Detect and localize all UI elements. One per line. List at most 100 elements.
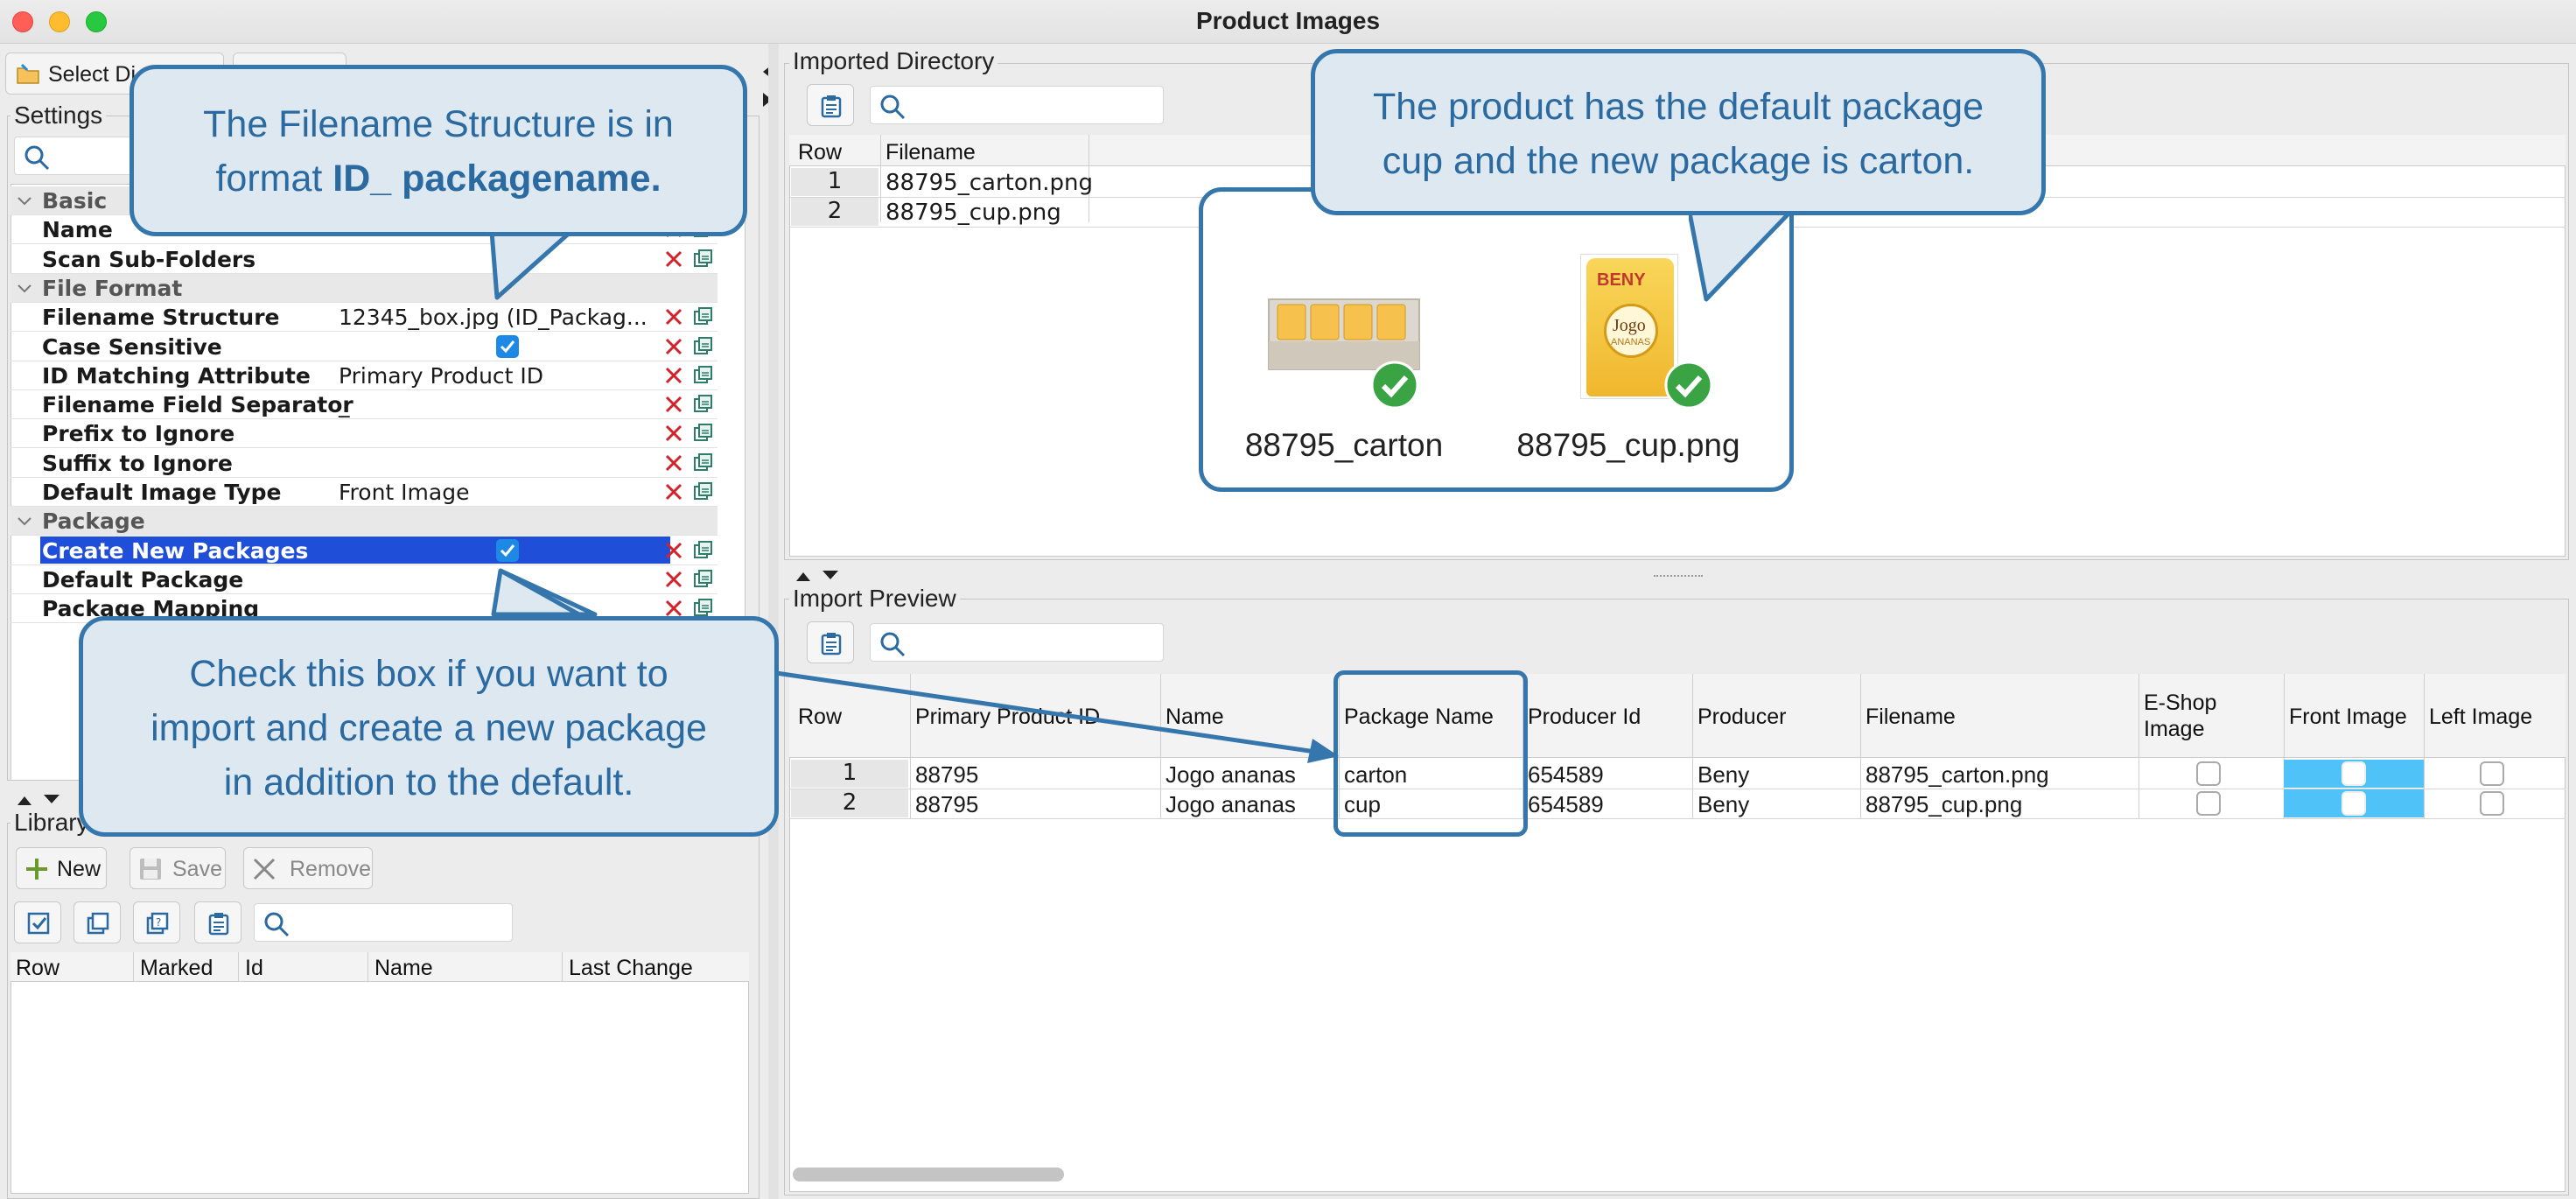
preview-producer-cell[interactable]: Beny — [1698, 791, 1749, 818]
settings-checkbox[interactable] — [496, 334, 519, 358]
clear-x-icon[interactable] — [663, 423, 684, 444]
chevron-down-icon[interactable] — [16, 280, 33, 298]
settings-row-value[interactable]: 12345_box.jpg (ID_Packag... — [339, 305, 648, 330]
folder-icon — [17, 63, 39, 84]
settings-row-label: Suffix to Ignore — [42, 450, 233, 476]
cup-sub: ANANAS — [1611, 337, 1651, 347]
settings-title: Settings — [10, 102, 107, 130]
callout-line: format ID_ packagename. — [134, 151, 743, 206]
cup-brand: BENY — [1597, 270, 1646, 290]
column-divider — [880, 135, 881, 222]
settings-row[interactable]: Suffix to Ignore — [10, 449, 718, 478]
check-badge-icon — [1370, 361, 1419, 410]
left-image-checkbox[interactable] — [2480, 761, 2504, 786]
settings-row-label: Prefix to Ignore — [42, 421, 235, 447]
preview-producer_id-cell[interactable]: 654589 — [1528, 791, 1604, 818]
library-save-button[interactable]: Save — [130, 847, 226, 889]
preview-column-header[interactable]: Front Image — [2289, 705, 2407, 730]
chevron-down-icon[interactable] — [16, 513, 33, 530]
settings-row-value[interactable]: Primary Product ID — [339, 363, 543, 389]
imported-search-input[interactable] — [870, 86, 1164, 124]
library-clipboard-button[interactable] — [194, 901, 242, 943]
settings-row-value[interactable]: Front Image — [339, 480, 469, 505]
settings-row-label: Default Package — [42, 566, 244, 592]
imported-clipboard-button[interactable] — [807, 84, 854, 126]
eshop-image-checkbox[interactable] — [2196, 761, 2221, 786]
edit-value-icon[interactable] — [693, 394, 714, 415]
edit-value-icon[interactable] — [693, 306, 714, 327]
chevron-down-icon[interactable] — [16, 193, 33, 210]
library-table — [10, 952, 749, 1194]
row-number: 2 — [791, 789, 908, 817]
imported-column-header[interactable]: Filename — [886, 140, 976, 165]
plus-icon — [26, 859, 47, 880]
edit-value-icon[interactable] — [693, 249, 714, 270]
clear-x-icon[interactable] — [663, 249, 684, 270]
settings-row[interactable]: Case Sensitive — [10, 333, 718, 361]
edit-value-icon[interactable] — [693, 423, 714, 444]
library-column-header[interactable]: Last Change — [569, 956, 693, 981]
eshop-image-checkbox[interactable] — [2196, 791, 2221, 816]
left-image-checkbox[interactable] — [2480, 791, 2504, 816]
callout-line: Check this box if you want to — [189, 653, 668, 695]
edit-value-icon[interactable] — [693, 452, 714, 473]
unmark-all-button[interactable] — [74, 901, 121, 943]
preview-column-header[interactable]: Left Image — [2429, 705, 2532, 730]
mark-all-button[interactable] — [14, 901, 61, 943]
library-column-header[interactable]: Row — [16, 956, 60, 981]
library-column-header[interactable]: Marked — [140, 956, 213, 981]
clear-x-icon[interactable] — [663, 481, 684, 502]
split-arrows-icon[interactable] — [16, 789, 61, 809]
invert-marks-button[interactable]: ? — [133, 901, 180, 943]
splitter-grip[interactable] — [1654, 575, 1703, 578]
settings-row-label: ID Matching Attribute — [42, 362, 311, 389]
check-list-icon — [27, 912, 50, 935]
front-image-checkbox[interactable] — [2342, 761, 2366, 786]
thumbnail-label: 88795_carton — [1244, 427, 1444, 463]
settings-row[interactable]: ID Matching Attribute Primary Product ID — [10, 361, 718, 390]
preview-column-header[interactable]: Producer Id — [1528, 705, 1641, 730]
preview-column-header[interactable]: Filename — [1866, 705, 1956, 730]
filename-cell[interactable]: 88795_cup.png — [886, 200, 1061, 226]
preview-ppid-cell[interactable]: 88795 — [915, 791, 978, 818]
preview-filename-cell[interactable]: 88795_cup.png — [1866, 791, 2022, 818]
settings-row-value[interactable]: _ — [339, 392, 350, 417]
imported-column-header[interactable]: Row — [798, 140, 842, 165]
settings-category: Package — [10, 507, 718, 536]
callout-tail — [1689, 208, 1796, 302]
library-new-button[interactable]: New — [16, 847, 107, 889]
preview-column-header[interactable]: Producer — [1698, 705, 1786, 730]
clear-x-icon[interactable] — [663, 394, 684, 415]
edit-value-icon[interactable] — [693, 481, 714, 502]
cup-product: Jogo — [1613, 316, 1646, 335]
library-search-input[interactable] — [254, 903, 513, 942]
settings-row[interactable]: Default Image Type Front Image — [10, 478, 718, 507]
package-name-highlight — [1334, 670, 1528, 837]
clear-x-icon[interactable] — [663, 452, 684, 473]
preview-name-cell[interactable]: Jogo ananas — [1166, 791, 1296, 818]
row-number: 2 — [791, 198, 878, 226]
settings-row[interactable]: Prefix to Ignore — [10, 419, 718, 449]
column-divider — [238, 952, 239, 982]
clear-x-icon[interactable] — [663, 336, 684, 357]
preview-filename-cell[interactable]: 88795_carton.png — [1866, 761, 2049, 789]
select-directory-label: Select Di — [48, 62, 136, 87]
preview-producer_id-cell[interactable]: 654589 — [1528, 761, 1604, 789]
filename-cell[interactable]: 88795_carton.png — [886, 170, 1093, 196]
edit-value-icon[interactable] — [693, 365, 714, 386]
library-column-header[interactable]: Name — [374, 956, 433, 981]
library-remove-button[interactable]: Remove — [243, 847, 373, 889]
settings-row[interactable]: Filename Field Separator _ — [10, 390, 718, 420]
preview-horizontal-scrollbar[interactable] — [793, 1167, 1064, 1181]
preview-column-header[interactable]: E-Shop Image — [2144, 690, 2249, 742]
edit-value-icon[interactable] — [693, 336, 714, 357]
clear-x-icon[interactable] — [663, 365, 684, 386]
clear-x-icon[interactable] — [663, 306, 684, 327]
row-number: 1 — [791, 168, 878, 196]
settings-row[interactable]: Filename Structure 12345_box.jpg (ID_Pack… — [10, 303, 718, 333]
library-column-header[interactable]: Id — [245, 956, 263, 981]
callout-line: The Filename Structure is in — [203, 103, 674, 145]
front-image-checkbox[interactable] — [2342, 791, 2366, 816]
preview-producer-cell[interactable]: Beny — [1698, 761, 1749, 789]
settings-row-label: Default Image Type — [42, 480, 282, 505]
